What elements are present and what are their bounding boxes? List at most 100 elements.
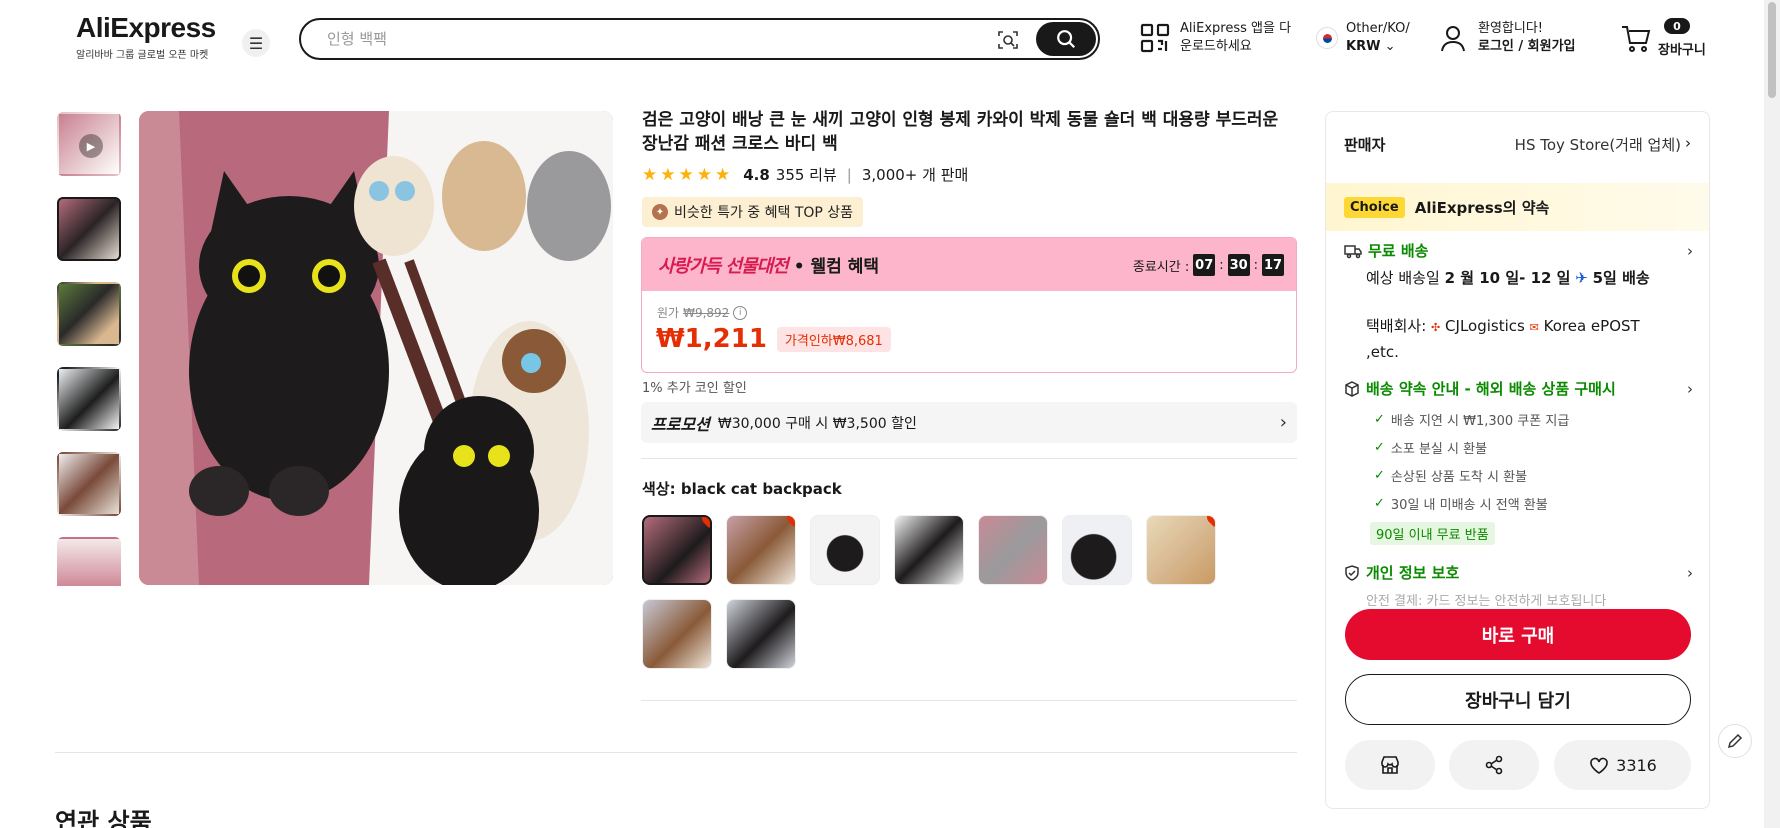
color-swatch[interactable] — [894, 515, 964, 585]
sold-count: 3,000+ 개 판매 — [861, 166, 969, 184]
product-photo — [139, 111, 613, 585]
hamburger-icon: ☰ — [248, 33, 264, 53]
color-swatch[interactable] — [642, 515, 712, 585]
chevron-right-icon: › — [1685, 134, 1691, 152]
color-swatch[interactable] — [642, 599, 712, 669]
promotion-row[interactable]: 프로모션 ₩30,000 구매 시 ₩3,500 할인 › — [641, 402, 1297, 443]
language-currency-selector[interactable]: Other/KO/ KRW ⌄ — [1316, 20, 1410, 56]
cart-button[interactable]: 0 장바구니 — [1620, 18, 1710, 58]
original-price: 원가 ₩9,892 i — [657, 304, 748, 321]
color-label-prefix: 색상: — [642, 480, 681, 498]
thumbnail-gallery: ▶ — [57, 112, 121, 586]
edit-feedback-button[interactable] — [1718, 724, 1752, 758]
check-icon: ✓ — [1374, 412, 1385, 427]
separator: | — [846, 165, 852, 184]
thumbnail-image[interactable] — [57, 197, 121, 261]
store-button[interactable] — [1345, 740, 1435, 790]
aliexpress-logo[interactable]: AliExpress — [76, 12, 216, 44]
thumbnail-image[interactable] — [57, 282, 121, 346]
seller-row[interactable]: 판매자 HS Toy Store(거래 업체) › — [1344, 134, 1691, 155]
menu-button[interactable]: ☰ — [242, 29, 270, 57]
review-count[interactable]: 355 리뷰 — [776, 164, 837, 185]
share-button[interactable] — [1449, 740, 1539, 790]
main-product-image[interactable] — [139, 111, 613, 585]
carrier-label: 택배회사: — [1366, 317, 1427, 335]
color-swatches — [642, 515, 1242, 669]
color-swatch[interactable] — [1062, 515, 1132, 585]
countdown-hours: 07 — [1193, 254, 1216, 276]
store-icon — [1381, 756, 1399, 774]
free-shipping-row[interactable]: 무료 배송 › — [1326, 240, 1709, 261]
promotion-label: 프로모션 — [651, 414, 710, 434]
original-price-value: ₩9,892 — [683, 305, 730, 320]
divider — [55, 752, 1297, 753]
promo-subtitle: • 웰컴 혜택 — [793, 257, 880, 277]
delivery-prefix: 예상 배송일 — [1366, 269, 1440, 287]
currency: KRW — [1346, 39, 1381, 54]
share-icon — [1485, 755, 1503, 775]
seller-name[interactable]: HS Toy Store(거래 업체) — [1515, 134, 1681, 155]
privacy-label: 개인 정보 보호 — [1366, 564, 1460, 582]
color-swatch[interactable] — [1146, 515, 1216, 585]
hot-icon — [1204, 516, 1215, 527]
delivery-days: 5일 배송 — [1592, 269, 1650, 287]
discount-badge: 가격인하₩8,681 — [776, 326, 891, 352]
cj-logo-icon: ✣ — [1431, 321, 1441, 334]
cart-count-badge: 0 — [1664, 18, 1690, 34]
heart-icon — [1590, 757, 1608, 774]
scrollbar-thumb[interactable] — [1768, 2, 1776, 98]
color-swatch[interactable] — [978, 515, 1048, 585]
purchase-panel: 판매자 HS Toy Store(거래 업체) › Choice AliExpr… — [1325, 111, 1710, 809]
countdown-timer: 종료시간 : 07: 30: 17 — [1133, 254, 1284, 276]
delivery-dates: 2 월 10 일- 12 일 — [1444, 269, 1571, 287]
promise-item: ✓ 배송 지연 시 ₩1,300 쿠폰 지급 — [1374, 412, 1570, 429]
divider — [641, 700, 1297, 701]
account-menu[interactable]: 환영합니다! 로그인 / 회원가입 — [1438, 20, 1576, 56]
image-search-icon[interactable] — [996, 28, 1020, 52]
korea-flag-icon — [1316, 27, 1338, 49]
thumbnail-image[interactable] — [57, 367, 121, 431]
cart-icon — [1622, 26, 1651, 52]
wishlist-count: 3316 — [1616, 755, 1657, 775]
privacy-subtext: 안전 결제: 카드 정보는 안전하게 보호됩니다 — [1366, 594, 1607, 609]
check-icon: ✓ — [1374, 496, 1385, 511]
search-icon — [1057, 30, 1076, 49]
medal-icon: ✦ — [652, 204, 668, 220]
wishlist-button[interactable]: 3316 — [1554, 740, 1691, 790]
countdown-seconds: 17 — [1262, 254, 1284, 276]
color-swatch[interactable] — [726, 599, 796, 669]
chevron-right-icon: › — [1279, 412, 1287, 433]
truck-icon — [1344, 244, 1362, 258]
qr-code-icon — [1140, 23, 1170, 53]
add-to-cart-button[interactable]: 장바구니 담기 — [1345, 674, 1691, 725]
play-icon: ▶ — [79, 134, 103, 158]
divider — [641, 458, 1297, 459]
thumbnail-video[interactable]: ▶ — [57, 112, 121, 176]
carrier-info: 택배회사: ✣ CJLogistics ✉ Korea ePOST ,etc. — [1366, 314, 1666, 364]
delivery-promise-row[interactable]: 배송 약속 안내 - 해외 배송 상품 구매시 › — [1326, 378, 1709, 399]
info-icon[interactable]: i — [733, 305, 748, 320]
cart-label: 장바구니 — [1658, 42, 1706, 58]
app-download[interactable]: AliExpress 앱을 다운로드하세요 — [1140, 20, 1295, 56]
welcome-text: 환영합니다! — [1478, 21, 1544, 36]
color-swatch[interactable] — [726, 515, 796, 585]
search-input[interactable] — [327, 30, 977, 48]
privacy-row[interactable]: 개인 정보 보호 › — [1326, 562, 1709, 583]
page-scrollbar[interactable] — [1764, 0, 1780, 828]
rating-row[interactable]: ★★★★★ 4.8 355 리뷰 | 3,000+ 개 판매 — [642, 164, 968, 185]
thumbnail-image[interactable] — [57, 537, 121, 586]
login-signup-link[interactable]: 로그인 / 회원가입 — [1478, 38, 1576, 56]
carrier-name-1: CJLogistics — [1445, 317, 1525, 335]
color-label: 색상: black cat backpack — [642, 478, 842, 499]
color-swatch[interactable] — [810, 515, 880, 585]
hot-icon — [784, 516, 795, 527]
choice-tag: Choice — [1344, 196, 1405, 218]
box-icon — [1345, 380, 1359, 397]
chevron-right-icon: › — [1687, 379, 1693, 398]
buy-now-button[interactable]: 바로 구매 — [1345, 609, 1691, 660]
thumbnail-image[interactable] — [57, 452, 121, 516]
countdown-label: 종료시간 : — [1132, 259, 1190, 275]
search-button[interactable] — [1036, 22, 1096, 56]
seller-label: 판매자 — [1344, 136, 1386, 154]
delivery-estimate: 예상 배송일 2 월 10 일- 12 일 ✈ 5일 배송 — [1366, 266, 1666, 290]
